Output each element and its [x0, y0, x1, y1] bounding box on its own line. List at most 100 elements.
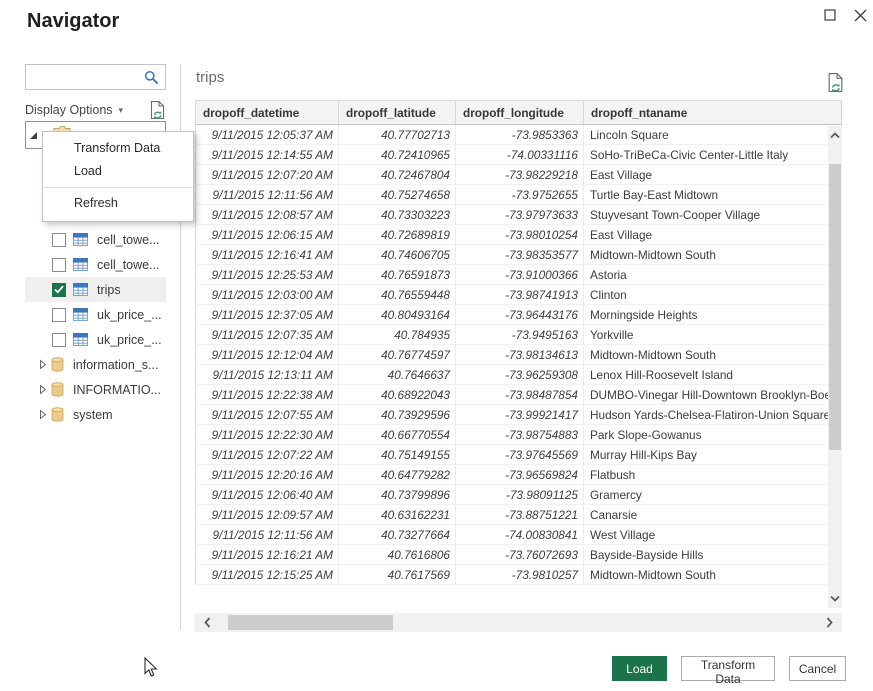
sidebar-item-label: uk_price_... — [97, 308, 162, 322]
cell-dropoff-datetime: 9/11/2015 12:11:56 AM — [196, 525, 339, 545]
table-row: 9/11/2015 12:06:40 AM40.73799896-73.9809… — [196, 485, 842, 505]
collapsed-arrow-icon[interactable] — [39, 359, 47, 370]
table-row: 9/11/2015 12:13:11 AM40.7646637-73.96259… — [196, 365, 842, 385]
cell-dropoff-ntaname: Yorkville — [584, 325, 842, 345]
collapsed-arrow-icon[interactable] — [39, 409, 47, 420]
cell-dropoff-latitude: 40.72689819 — [339, 225, 456, 245]
table-row: 9/11/2015 12:08:57 AM40.73303223-73.9797… — [196, 205, 842, 225]
cell-dropoff-ntaname: Lenox Hill-Roosevelt Island — [584, 365, 842, 385]
sidebar-item-information-s[interactable]: information_s... — [25, 352, 166, 377]
checkbox[interactable] — [52, 258, 66, 272]
check-icon — [54, 285, 64, 294]
cell-dropoff-latitude: 40.77702713 — [339, 125, 456, 145]
sidebar-item-trips[interactable]: trips — [25, 277, 166, 302]
cell-dropoff-ntaname: Morningside Heights — [584, 305, 842, 325]
cell-dropoff-longitude: -73.9495163 — [456, 325, 584, 345]
table-row: 9/11/2015 12:22:38 AM40.68922043-73.9848… — [196, 385, 842, 405]
checkbox[interactable] — [52, 233, 66, 247]
table-row: 9/11/2015 12:06:15 AM40.72689819-73.9801… — [196, 225, 842, 245]
database-icon — [51, 357, 64, 372]
cell-dropoff-longitude: -73.88751221 — [456, 505, 584, 525]
checkbox[interactable] — [52, 283, 66, 297]
scroll-up-icon[interactable] — [830, 132, 840, 139]
scroll-right-icon[interactable] — [826, 617, 833, 628]
cell-dropoff-datetime: 9/11/2015 12:12:04 AM — [196, 345, 339, 365]
close-button[interactable] — [849, 5, 871, 25]
cell-dropoff-ntaname: East Village — [584, 165, 842, 185]
search-input[interactable] — [32, 69, 144, 85]
cell-dropoff-datetime: 9/11/2015 12:03:00 AM — [196, 285, 339, 305]
cell-dropoff-datetime: 9/11/2015 12:06:40 AM — [196, 485, 339, 505]
cell-dropoff-latitude: 40.73799896 — [339, 485, 456, 505]
cell-dropoff-datetime: 9/11/2015 12:07:22 AM — [196, 445, 339, 465]
scroll-down-icon[interactable] — [830, 595, 840, 602]
cell-dropoff-longitude: -73.9752655 — [456, 185, 584, 205]
table-row: 9/11/2015 12:07:22 AM40.75149155-73.9764… — [196, 445, 842, 465]
sidebar-item-uk-price[interactable]: uk_price_... — [25, 327, 166, 352]
context-menu-item-load[interactable]: Load — [43, 160, 193, 183]
cell-dropoff-latitude: 40.7617569 — [339, 565, 456, 585]
horizontal-scroll-thumb[interactable] — [228, 615, 393, 630]
maximize-icon — [824, 9, 836, 21]
checkbox[interactable] — [52, 333, 66, 347]
transform-data-button[interactable]: Transform Data — [681, 656, 775, 681]
cell-dropoff-ntaname: Clinton — [584, 285, 842, 305]
cell-dropoff-datetime: 9/11/2015 12:16:41 AM — [196, 245, 339, 265]
sidebar-item-informatio[interactable]: INFORMATIO... — [25, 377, 166, 402]
sidebar-item-label: trips — [97, 283, 121, 297]
refresh-file-icon[interactable] — [149, 100, 166, 120]
search-icon[interactable] — [144, 70, 159, 85]
search-box — [25, 64, 166, 90]
cell-dropoff-datetime: 9/11/2015 12:14:55 AM — [196, 145, 339, 165]
chevron-down-icon[interactable]: ▾ — [119, 105, 124, 116]
cell-dropoff-datetime: 9/11/2015 12:16:21 AM — [196, 545, 339, 565]
collapsed-arrow-icon[interactable] — [39, 384, 47, 395]
table-icon — [73, 333, 88, 346]
table-icon — [73, 308, 88, 321]
maximize-button[interactable] — [819, 5, 841, 25]
table-row: 9/11/2015 12:16:21 AM40.7616806-73.76072… — [196, 545, 842, 565]
load-button[interactable]: Load — [612, 656, 667, 681]
column-header-dropoff-latitude[interactable]: dropoff_latitude — [339, 101, 456, 125]
sidebar-item-cell-towe[interactable]: cell_towe... — [25, 227, 166, 252]
sidebar-item-cell-towe[interactable]: cell_towe... — [25, 252, 166, 277]
cell-dropoff-datetime: 9/11/2015 12:07:20 AM — [196, 165, 339, 185]
cell-dropoff-datetime: 9/11/2015 12:37:05 AM — [196, 305, 339, 325]
column-header-dropoff-datetime[interactable]: dropoff_datetime — [196, 101, 339, 125]
horizontal-scrollbar[interactable] — [195, 613, 842, 632]
cell-dropoff-latitude: 40.76591873 — [339, 265, 456, 285]
cell-dropoff-latitude: 40.75274658 — [339, 185, 456, 205]
vertical-scroll-thumb[interactable] — [829, 164, 841, 450]
column-header-dropoff-ntaname[interactable]: dropoff_ntaname — [584, 101, 842, 125]
display-options-dropdown[interactable]: Display Options — [25, 103, 113, 117]
sidebar-item-uk-price[interactable]: uk_price_... — [25, 302, 166, 327]
scroll-left-icon[interactable] — [204, 617, 211, 628]
sidebar-item-label: information_s... — [73, 358, 158, 372]
cell-dropoff-longitude: -73.99921417 — [456, 405, 584, 425]
column-header-dropoff-longitude[interactable]: dropoff_longitude — [456, 101, 584, 125]
refresh-preview-icon[interactable] — [827, 72, 844, 93]
cancel-button[interactable]: Cancel — [789, 656, 846, 681]
sidebar-item-label: system — [73, 408, 113, 422]
cell-dropoff-latitude: 40.66770554 — [339, 425, 456, 445]
cell-dropoff-longitude: -73.97645569 — [456, 445, 584, 465]
cell-dropoff-ntaname: SoHo-TriBeCa-Civic Center-Little Italy — [584, 145, 842, 165]
table-row: 9/11/2015 12:11:56 AM40.73277664-74.0083… — [196, 525, 842, 545]
table-row: 9/11/2015 12:05:37 AM40.77702713-73.9853… — [196, 125, 842, 145]
checkbox[interactable] — [52, 308, 66, 322]
cell-dropoff-longitude: -73.91000366 — [456, 265, 584, 285]
context-menu-item-transform-data[interactable]: Transform Data — [43, 137, 193, 160]
cell-dropoff-datetime: 9/11/2015 12:20:16 AM — [196, 465, 339, 485]
sidebar-item-system[interactable]: system — [25, 402, 166, 427]
context-menu-item-refresh[interactable]: Refresh — [43, 192, 193, 215]
expand-arrow-icon[interactable] — [29, 131, 38, 140]
menu-separator — [44, 187, 192, 188]
cell-dropoff-longitude: -74.00830841 — [456, 525, 584, 545]
table-row: 9/11/2015 12:20:16 AM40.64779282-73.9656… — [196, 465, 842, 485]
sidebar-item-label: cell_towe... — [97, 233, 160, 247]
vertical-scrollbar[interactable] — [828, 126, 842, 608]
table-row: 9/11/2015 12:16:41 AM40.74606705-73.9835… — [196, 245, 842, 265]
cell-dropoff-latitude: 40.73277664 — [339, 525, 456, 545]
cell-dropoff-latitude: 40.73929596 — [339, 405, 456, 425]
cell-dropoff-datetime: 9/11/2015 12:07:35 AM — [196, 325, 339, 345]
